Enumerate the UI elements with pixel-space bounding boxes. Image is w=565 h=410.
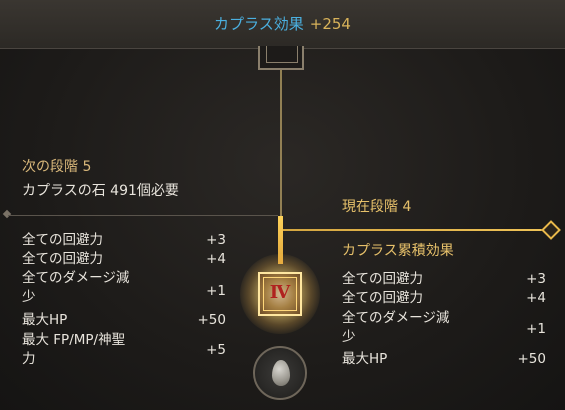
- header-label: カプラス効果: [214, 15, 304, 33]
- cumulative-effect-title: カプラス累積効果: [342, 243, 454, 259]
- stage-4-badge-icon[interactable]: Ⅳ: [240, 254, 320, 334]
- next-stat-name: 全ての回避力: [22, 251, 103, 267]
- header-title: カプラス効果 +254: [0, 13, 565, 34]
- left-divider: [8, 215, 278, 216]
- right-divider: [283, 229, 551, 231]
- next-stat-name-cont: 力: [22, 351, 36, 367]
- badge-roman-numeral: Ⅳ: [269, 282, 291, 303]
- kaplas-stone-icon[interactable]: [253, 346, 307, 400]
- next-stat-value: +3: [206, 232, 226, 248]
- current-stat-name: 全ての回避力: [342, 290, 423, 306]
- next-stat-name: 最大 FP/MP/神聖: [22, 332, 126, 348]
- header-value: +254: [309, 15, 351, 33]
- header-bar: カプラス効果 +254: [0, 0, 565, 49]
- next-stat-value: +5: [206, 342, 226, 358]
- current-stat-value: +4: [526, 290, 546, 306]
- next-stat-name-cont: 少: [22, 289, 36, 305]
- next-stat-name: 全ての回避力: [22, 232, 103, 248]
- next-stat-name: 最大HP: [22, 312, 68, 328]
- current-stat-name: 全ての回避力: [342, 271, 423, 287]
- next-stat-value: +4: [206, 251, 226, 267]
- current-stat-value: +50: [517, 351, 547, 367]
- next-stat-name: 全てのダメージ減: [22, 270, 130, 286]
- next-stat-value: +1: [206, 283, 226, 299]
- next-stat-value: +50: [197, 312, 227, 328]
- next-stage-cost: カプラスの石 491個必要: [22, 183, 179, 199]
- current-stat-value: +1: [526, 321, 546, 337]
- current-stat-name-cont: 少: [342, 329, 356, 345]
- stage-node-icon: [258, 46, 304, 70]
- current-stat-value: +3: [526, 271, 546, 287]
- current-stat-name: 最大HP: [342, 351, 388, 367]
- current-stat-name: 全てのダメージ減: [342, 310, 450, 326]
- current-stage-label: 現在段階 4: [342, 199, 412, 215]
- next-stage-label: 次の段階 5: [22, 159, 92, 175]
- progress-line: [280, 70, 282, 230]
